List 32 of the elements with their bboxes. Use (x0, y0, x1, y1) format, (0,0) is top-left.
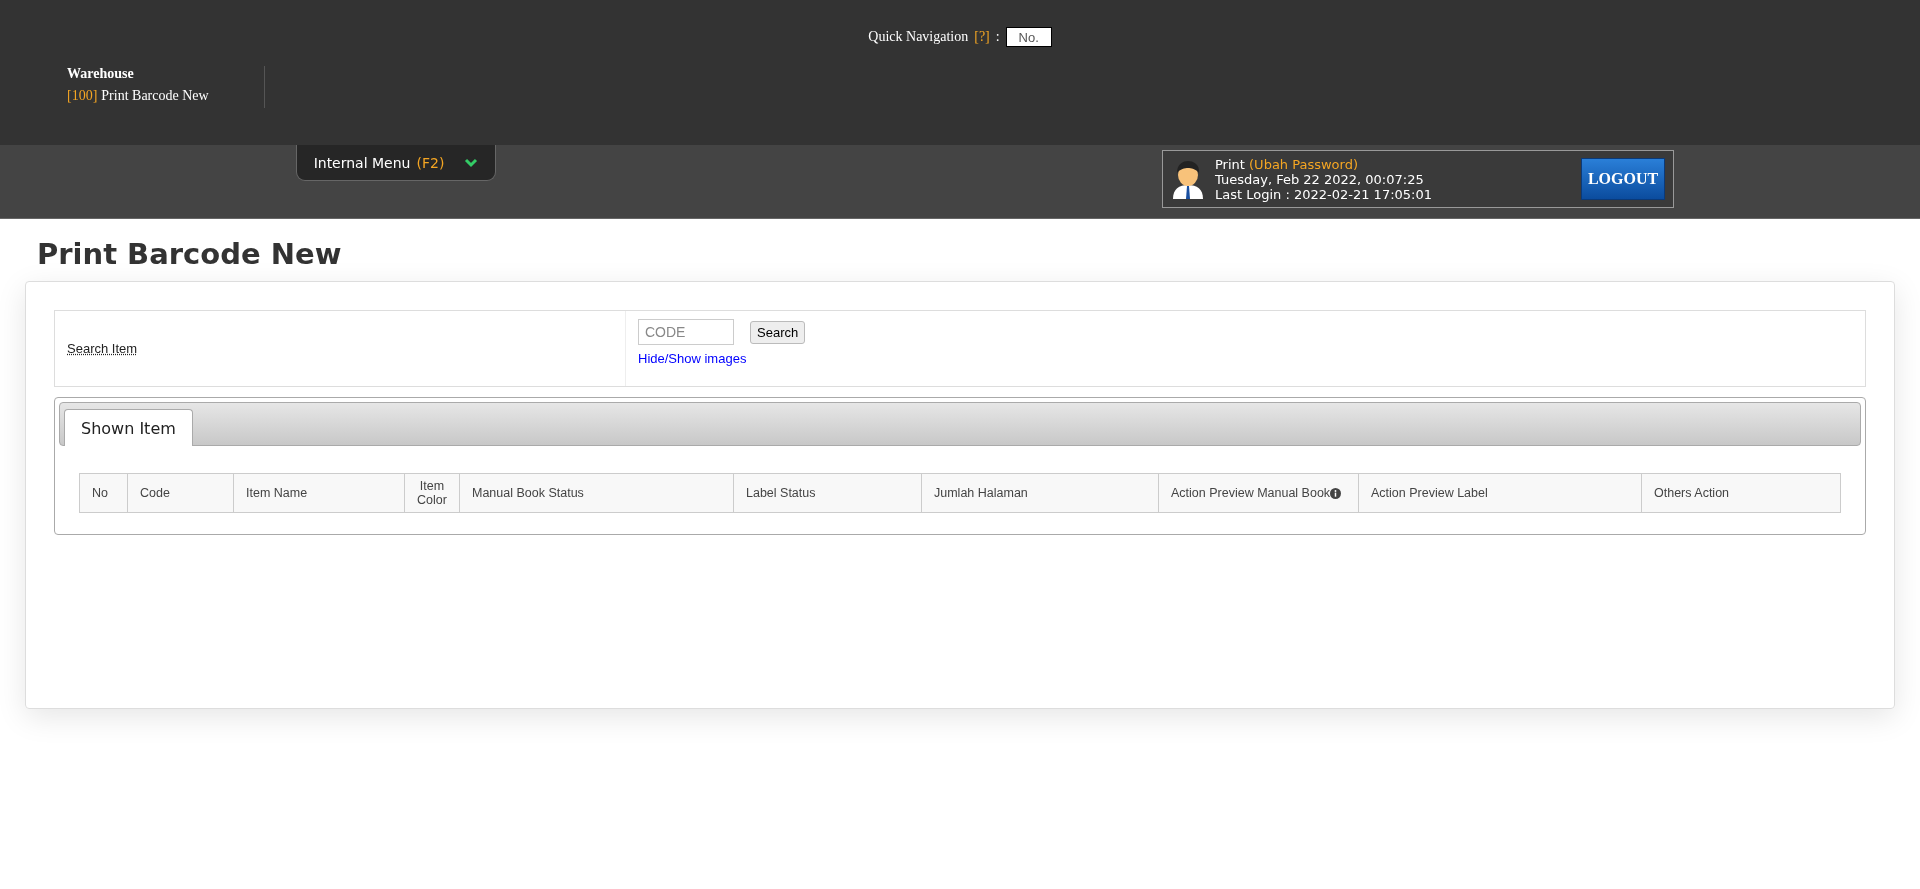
column-header: Others Action (1653, 485, 1731, 502)
internal-menu-button[interactable]: Internal Menu (F2) (296, 145, 496, 181)
chevron-down-icon (464, 157, 479, 168)
hide-show-images-link[interactable]: Hide/Show images (638, 351, 747, 366)
column-header: Action Preview Label (1359, 474, 1642, 512)
page-code: [100] (67, 88, 98, 104)
search-button[interactable]: Search (750, 320, 806, 344)
column-header: No (80, 474, 128, 512)
column-header: Item Color (405, 474, 460, 512)
change-password-link[interactable]: (Ubah Password) (1249, 156, 1359, 172)
breadcrumb-page: Print Barcode New (101, 88, 209, 104)
column-header: Manual Book Status (460, 474, 734, 512)
search-item-label: Search Item (67, 341, 138, 356)
help-link[interactable]: [?] (974, 29, 990, 45)
user-name-line: Print (Ubah Password) (1215, 156, 1360, 172)
breadcrumb-section: Warehouse (67, 66, 209, 82)
quick-navigation-field[interactable]: No. (1005, 27, 1052, 47)
column-header: Jumlah Halaman (922, 474, 1159, 512)
column-header: Label Status (734, 474, 922, 512)
current-datetime: Tuesday, Feb 22 2022, 00:07:25 (1215, 171, 1425, 187)
column-header: Code (128, 474, 234, 512)
user-avatar-icon (1171, 159, 1205, 199)
separator-colon: : (995, 29, 1000, 45)
tab[interactable]: Shown Item (64, 409, 193, 446)
column-header: Item Name (234, 474, 405, 512)
column-header: Action Preview Manual Book (1159, 474, 1359, 512)
info-icon (1330, 487, 1342, 499)
quick-navigation-label: Quick Navigation (868, 29, 969, 45)
last-login: Last Login : 2022-02-21 17:05:01 (1215, 186, 1433, 202)
page-title: Print Barcode New (37, 237, 343, 271)
logout-button[interactable]: LOGOUT (1581, 158, 1665, 200)
code-field[interactable]: CODE (638, 319, 734, 345)
